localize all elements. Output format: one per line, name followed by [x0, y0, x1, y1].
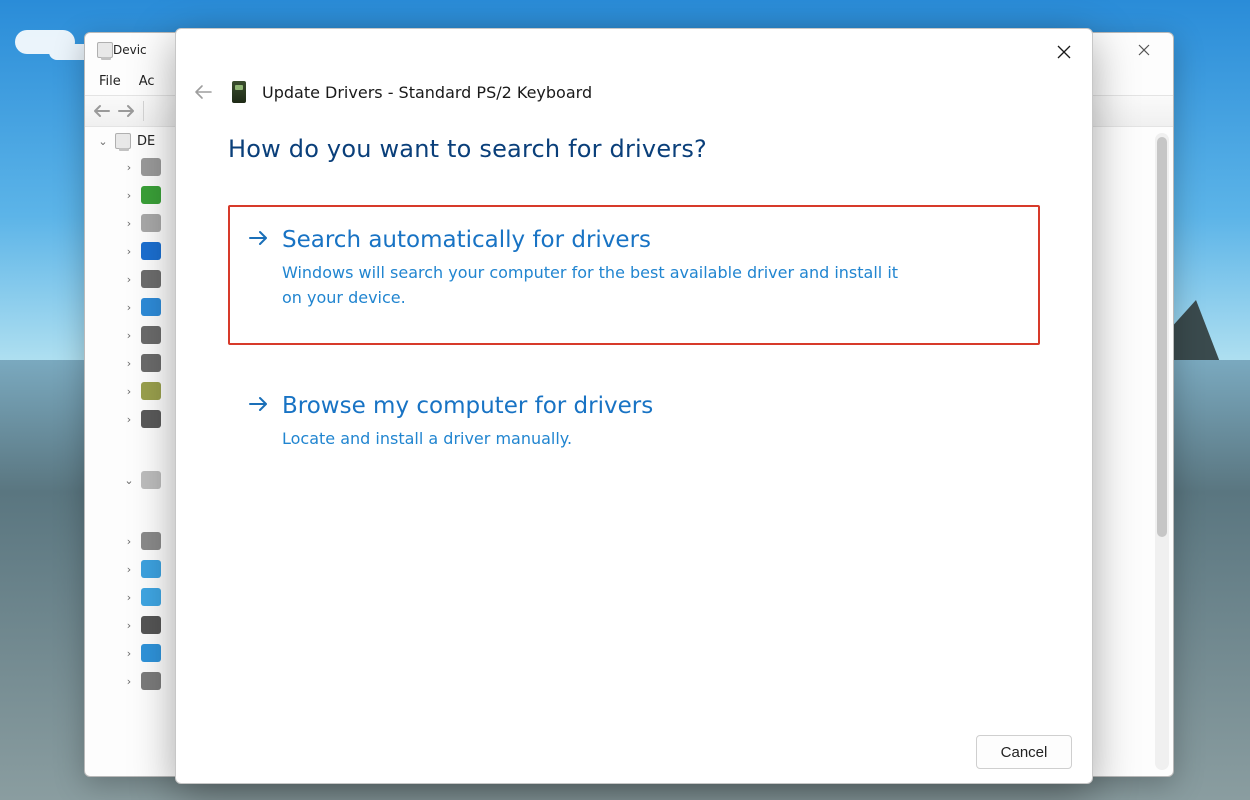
computer-icon: [115, 133, 131, 149]
toolbar-separator: [143, 101, 144, 121]
cancel-button[interactable]: Cancel: [976, 735, 1072, 769]
option1-title: Search automatically for drivers: [282, 227, 651, 253]
chevron-down-icon: ⌄: [97, 135, 109, 148]
ports-icon: [141, 616, 161, 634]
devmgr-app-icon: [97, 42, 113, 58]
chevron-right-icon: ›: [123, 273, 135, 286]
device-icon: [232, 81, 246, 103]
chevron-down-icon: ⌄: [123, 474, 135, 487]
chevron-right-icon: ›: [123, 357, 135, 370]
dialog-body: How do you want to search for drivers? S…: [176, 105, 1092, 721]
print-queue-icon: [141, 644, 161, 662]
chevron-right-icon: ›: [123, 563, 135, 576]
arrow-left-icon: [194, 84, 212, 100]
usb-icon: [141, 186, 161, 204]
chevron-right-icon: ›: [123, 329, 135, 342]
arrow-right-icon: [248, 396, 268, 416]
dialog-title: Update Drivers - Standard PS/2 Keyboard: [262, 83, 592, 102]
chevron-right-icon: ›: [123, 647, 135, 660]
option1-description: Windows will search your computer for th…: [282, 261, 922, 311]
mouse-icon: [141, 532, 161, 550]
dialog-header: Update Drivers - Standard PS/2 Keyboard: [176, 75, 1092, 105]
monitor-icon: [141, 298, 161, 316]
dialog-back-button[interactable]: [190, 79, 216, 105]
devmgr-scroll-thumb[interactable]: [1157, 137, 1167, 537]
dialog-footer: Cancel: [176, 721, 1092, 783]
firmware-icon: [141, 354, 161, 372]
option-search-automatically[interactable]: Search automatically for drivers Windows…: [228, 205, 1040, 345]
bluetooth-icon: [141, 242, 161, 260]
dialog-close-button[interactable]: [1042, 34, 1086, 70]
chevron-right-icon: ›: [123, 591, 135, 604]
chevron-right-icon: ›: [123, 245, 135, 258]
nav-forward-button[interactable]: [115, 100, 137, 122]
chevron-right-icon: ›: [123, 189, 135, 202]
arrow-right-icon: [248, 230, 268, 250]
tree-root-label: DE: [137, 134, 155, 149]
devmgr-title-text: Devic: [113, 43, 147, 57]
computer-icon: [141, 270, 161, 288]
disk-icon: [141, 326, 161, 344]
option2-title: Browse my computer for drivers: [282, 393, 653, 419]
menu-action[interactable]: Ac: [139, 74, 155, 89]
nav-back-button[interactable]: [91, 100, 113, 122]
portable-icon: [141, 588, 161, 606]
arrow-right-icon: [117, 104, 135, 118]
biometric-icon: [141, 214, 161, 232]
chevron-right-icon: ›: [123, 217, 135, 230]
update-drivers-dialog: Update Drivers - Standard PS/2 Keyboard …: [175, 28, 1093, 784]
audio-icon: [141, 158, 161, 176]
close-icon: [1057, 45, 1071, 59]
network-icon: [141, 560, 161, 578]
devmgr-close-button[interactable]: [1123, 35, 1165, 65]
chevron-right-icon: ›: [123, 413, 135, 426]
chevron-right-icon: ›: [123, 385, 135, 398]
imaging-icon: [141, 410, 161, 428]
dialog-titlebar[interactable]: [176, 29, 1092, 75]
hid-icon: [141, 382, 161, 400]
chevron-right-icon: ›: [123, 675, 135, 688]
processors-icon: [141, 672, 161, 690]
chevron-right-icon: ›: [123, 301, 135, 314]
keyboard-icon: [141, 471, 161, 489]
chevron-right-icon: ›: [123, 619, 135, 632]
option2-description: Locate and install a driver manually.: [282, 427, 922, 452]
chevron-right-icon: ›: [123, 535, 135, 548]
chevron-right-icon: ›: [123, 161, 135, 174]
devmgr-scrollbar[interactable]: [1155, 133, 1169, 770]
arrow-left-icon: [93, 104, 111, 118]
option-browse-computer[interactable]: Browse my computer for drivers Locate an…: [228, 373, 1040, 478]
menu-file[interactable]: File: [99, 74, 121, 89]
close-icon: [1138, 44, 1150, 56]
wallpaper-cloud: [15, 30, 75, 54]
dialog-question: How do you want to search for drivers?: [228, 135, 1040, 163]
